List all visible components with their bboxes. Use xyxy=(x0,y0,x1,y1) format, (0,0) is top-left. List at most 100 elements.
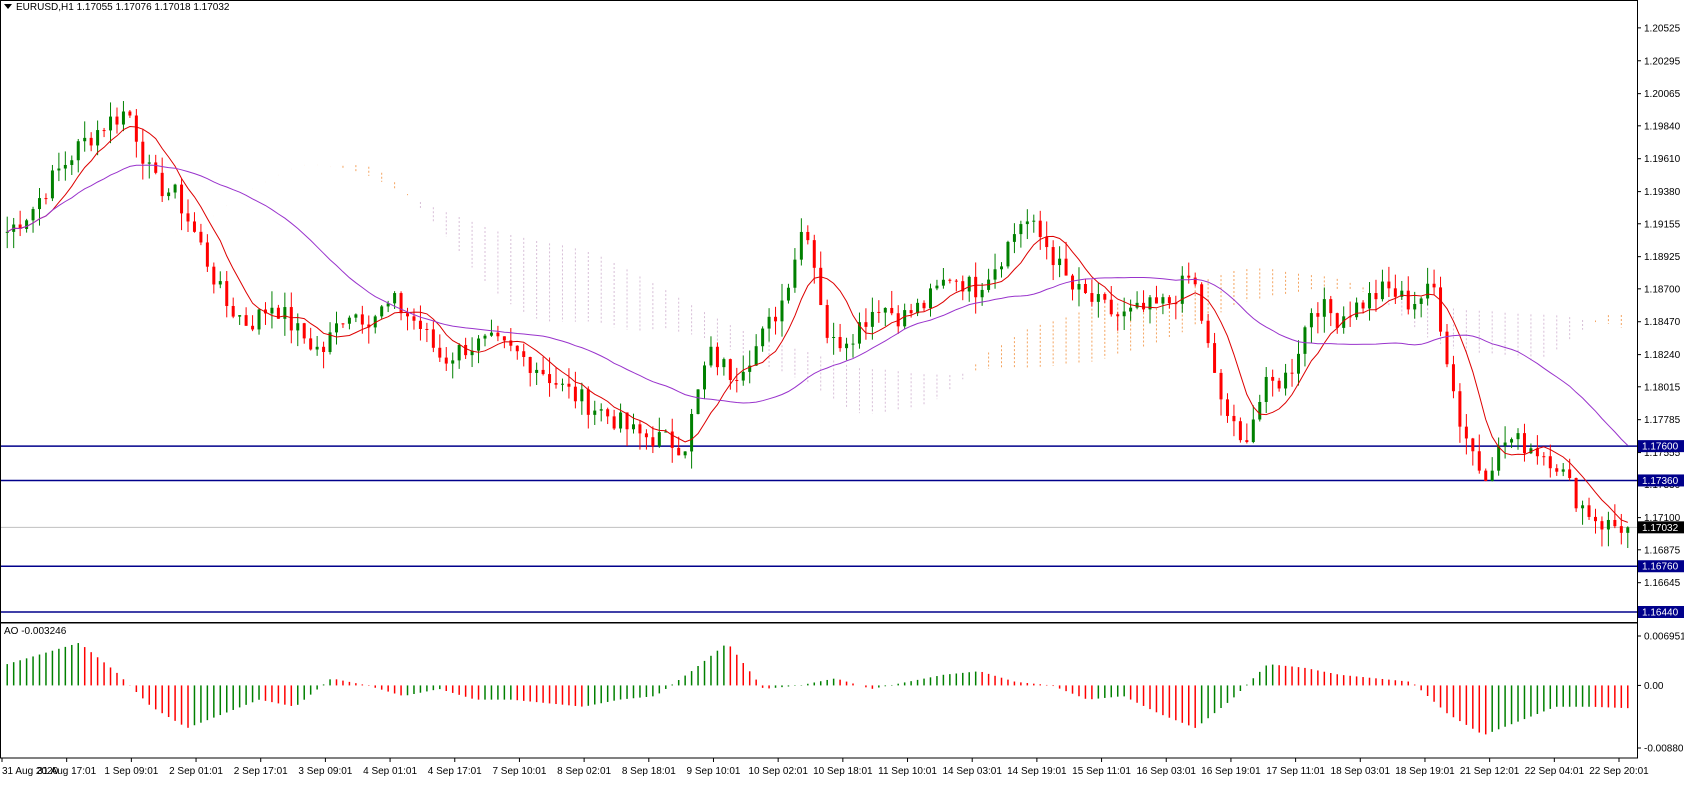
candle-body xyxy=(231,306,235,317)
candle-body xyxy=(1368,293,1372,309)
candle-body xyxy=(1193,277,1197,285)
price-tick-label: 1.18925 xyxy=(1644,252,1681,263)
time-tick-label: 4 Sep 01:01 xyxy=(363,766,417,777)
candle-body xyxy=(154,162,158,173)
oscillator-label: AO -0.003246 xyxy=(4,626,66,637)
candle-body xyxy=(754,346,758,366)
candle-body xyxy=(1258,401,1262,420)
candle-body xyxy=(1471,438,1475,452)
time-tick-label: 2 Sep 17:01 xyxy=(234,766,288,777)
candle-body xyxy=(1581,505,1585,509)
candle-body xyxy=(573,386,577,402)
chart-window[interactable]: 1.20525 1.20295 1.20065 1.19840 1.19610 1.193… xyxy=(0,0,1684,785)
candle-body xyxy=(57,168,61,171)
candle-body xyxy=(941,279,945,286)
candle-body xyxy=(864,322,868,327)
candle-body xyxy=(1284,372,1288,389)
candle-body xyxy=(1477,451,1481,471)
candle-body xyxy=(315,346,319,350)
candle-body xyxy=(793,259,797,288)
chart-canvas[interactable]: 1.20525 1.20295 1.20065 1.19840 1.19610 1.193… xyxy=(0,0,1684,785)
candle-body xyxy=(883,307,887,313)
candle-body xyxy=(1555,468,1559,472)
candle-body xyxy=(89,137,93,146)
candle-body xyxy=(586,389,590,415)
time-tick-label: 10 Sep 18:01 xyxy=(813,766,873,777)
time-tick-label: 31 Aug 17:01 xyxy=(37,766,96,777)
candle-body xyxy=(657,432,661,447)
candle-body xyxy=(948,279,952,281)
candle-body xyxy=(922,302,926,309)
candle-body xyxy=(1051,247,1055,266)
candle-body xyxy=(1167,297,1171,304)
candle-body xyxy=(1329,299,1333,314)
candle-body xyxy=(967,276,971,292)
candle-body xyxy=(1548,456,1552,469)
candle-body xyxy=(1419,298,1423,304)
ao-label-text: AO -0.003246 xyxy=(4,626,67,637)
candle-body xyxy=(1000,266,1004,270)
candle-body xyxy=(1187,275,1191,278)
level-price-label: 1.17360 xyxy=(1642,476,1679,487)
candle-body xyxy=(354,314,358,318)
candle-body xyxy=(444,357,448,364)
candle-body xyxy=(1129,307,1133,312)
candle-body xyxy=(1096,294,1100,302)
time-tick-label: 10 Sep 02:01 xyxy=(748,766,808,777)
candle-body xyxy=(1019,224,1023,235)
candle-body xyxy=(1510,439,1514,443)
candle-body xyxy=(1393,288,1397,297)
time-tick-label: 1 Sep 09:01 xyxy=(104,766,158,777)
candle-body xyxy=(121,111,125,125)
time-tick-label: 8 Sep 18:01 xyxy=(622,766,676,777)
candle-body xyxy=(1200,284,1204,321)
candle-body xyxy=(251,325,255,330)
candle-body xyxy=(509,340,513,346)
candle-body xyxy=(128,111,132,116)
candle-body xyxy=(1025,221,1029,225)
candle-body xyxy=(167,192,171,197)
candle-body xyxy=(1413,303,1417,310)
candle-body xyxy=(812,240,816,268)
candle-body xyxy=(1335,313,1339,328)
candle-body xyxy=(1109,299,1113,315)
candle-body xyxy=(489,332,493,336)
candle-body xyxy=(1561,469,1565,472)
symbol-header[interactable]: EURUSD,H1 1.17055 1.17076 1.17018 1.1703… xyxy=(4,2,230,13)
price-tick-label: 1.16645 xyxy=(1644,578,1681,589)
candle-body xyxy=(877,311,881,313)
candle-body xyxy=(1490,470,1494,481)
candle-body xyxy=(257,309,261,330)
candle-body xyxy=(70,160,74,165)
candle-body xyxy=(638,424,642,434)
ao-tick-label: -0.008802 xyxy=(1644,744,1684,755)
candle-body xyxy=(1264,376,1268,402)
candle-body xyxy=(677,447,681,456)
candle-body xyxy=(1161,297,1165,304)
candle-body xyxy=(1071,275,1075,290)
time-tick-label: 16 Sep 19:01 xyxy=(1201,766,1261,777)
candle-body xyxy=(186,213,190,222)
candle-body xyxy=(819,267,823,306)
candle-body xyxy=(580,389,584,402)
candle-body xyxy=(1277,380,1281,389)
candle-body xyxy=(173,184,177,193)
candle-body xyxy=(845,343,849,349)
candle-body xyxy=(1355,302,1359,318)
candle-body xyxy=(928,288,932,309)
candle-body xyxy=(838,336,842,349)
candle-body xyxy=(541,369,545,375)
candle-body xyxy=(1122,311,1126,317)
candle-body xyxy=(851,343,855,345)
price-tick-label: 1.19380 xyxy=(1644,187,1681,198)
candle-body xyxy=(393,293,397,304)
candle-body xyxy=(870,311,874,327)
candle-body xyxy=(1516,433,1520,440)
candle-body xyxy=(1626,527,1630,533)
candle-body xyxy=(25,220,29,229)
price-tick-label: 1.20295 xyxy=(1644,56,1681,67)
dropdown-triangle-icon[interactable] xyxy=(4,4,12,9)
candle-body xyxy=(1542,456,1546,458)
candle-body xyxy=(63,164,67,169)
candle-body xyxy=(1606,519,1610,530)
